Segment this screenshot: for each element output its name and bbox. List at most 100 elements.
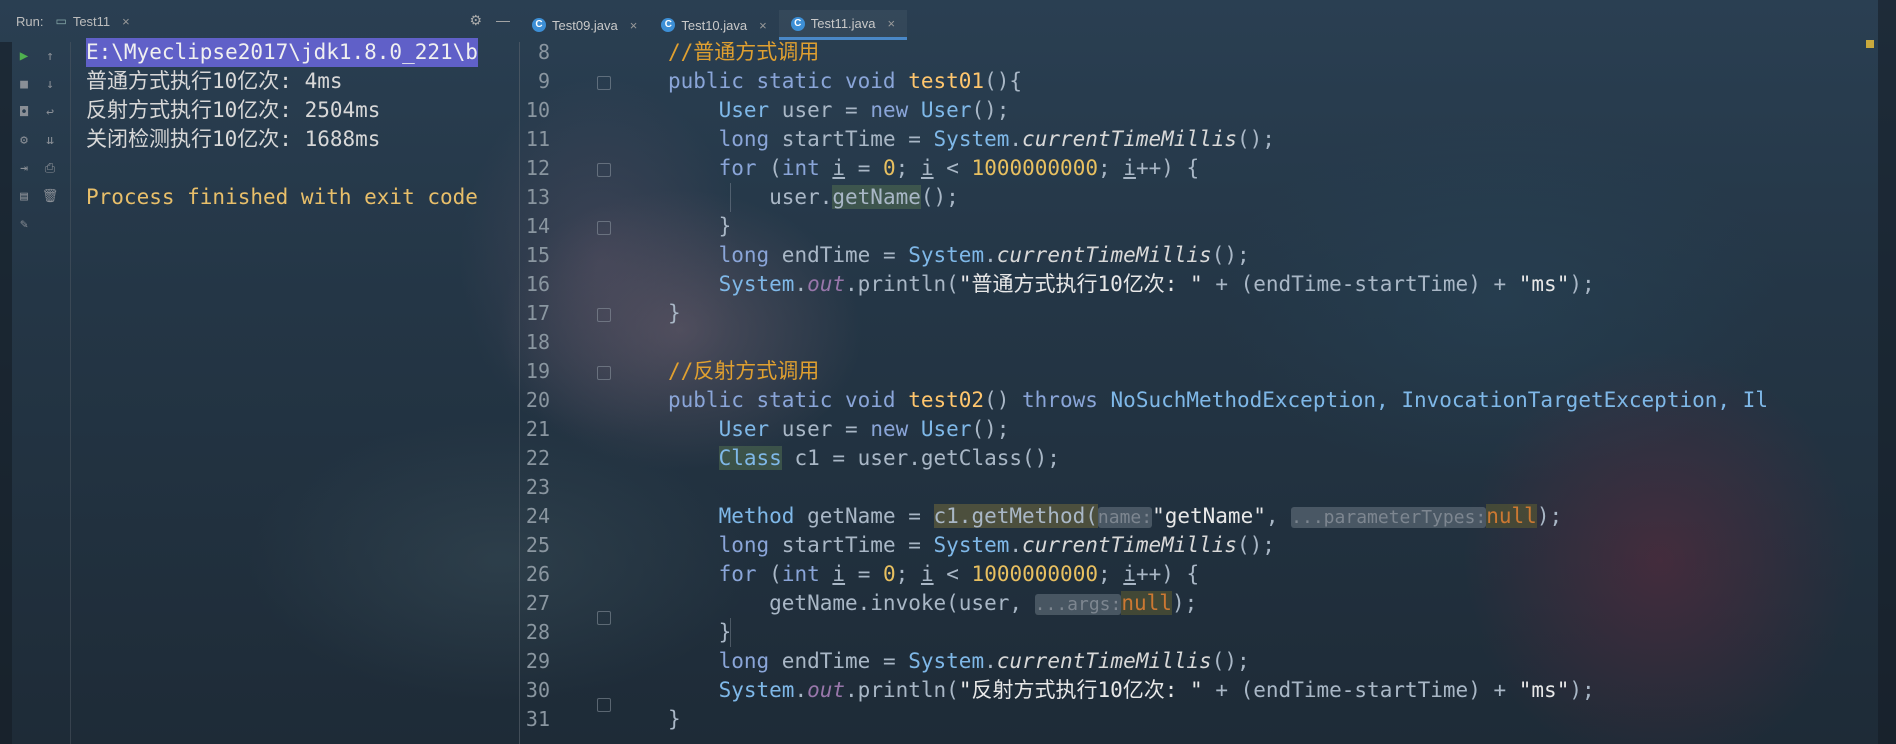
camera-icon[interactable]: ◘ bbox=[16, 104, 32, 120]
code-line: } bbox=[668, 214, 732, 238]
param-hint: name: bbox=[1097, 507, 1153, 528]
minus-icon[interactable]: — bbox=[496, 12, 510, 29]
code-line: public static void test02() throws NoSuc… bbox=[668, 388, 1768, 412]
print-icon[interactable]: ⎙ bbox=[42, 160, 58, 176]
arrow-up-icon[interactable]: ↑ bbox=[42, 48, 58, 64]
layout-icon[interactable]: ▤ bbox=[16, 188, 32, 204]
code-line: User user = new User(); bbox=[718, 98, 1010, 122]
tab-test11[interactable]: C Test11.java × bbox=[778, 10, 908, 40]
line-number: 22 bbox=[525, 446, 550, 470]
line-number: 28 bbox=[525, 620, 550, 644]
code-line: for (int i = 0; i < 1000000000; i++) { bbox=[718, 156, 1200, 180]
code-line: long startTime = System.currentTimeMilli… bbox=[718, 127, 1275, 151]
string-literal: "反射方式执行10亿次: " bbox=[958, 678, 1203, 702]
tab-label: Test09.java bbox=[552, 17, 618, 33]
method-name: test01 bbox=[908, 69, 985, 93]
code-line: //反射方式调用 bbox=[668, 357, 819, 386]
line-number: 11 bbox=[525, 127, 550, 151]
console-line: E:\Myeclipse2017\jdk1.8.0_221\b bbox=[86, 38, 478, 67]
code-line: //普通方式调用 bbox=[668, 38, 819, 67]
fold-marker[interactable] bbox=[597, 698, 611, 712]
top-bar: Run: ▭ Test11 × ⚙ — C Test09.java × C Te… bbox=[0, 0, 1896, 42]
fold-marker[interactable] bbox=[597, 221, 611, 235]
code-line: System.out.println("普通方式执行10亿次: " + (end… bbox=[718, 272, 1595, 296]
dump-threads-icon[interactable]: ⚙ bbox=[16, 132, 32, 148]
line-number: 13 bbox=[525, 185, 550, 209]
tab-label: Test11.java bbox=[810, 16, 876, 31]
trash-icon[interactable]: 🗑 bbox=[42, 188, 59, 204]
line-number: 27 bbox=[525, 591, 550, 615]
line-number: 17 bbox=[525, 301, 550, 325]
warning-marker[interactable] bbox=[1866, 40, 1874, 48]
close-icon[interactable]: × bbox=[630, 18, 638, 33]
line-number: 9 bbox=[537, 69, 550, 93]
param-hint: ...parameterTypes: bbox=[1291, 507, 1487, 528]
side-stripe bbox=[0, 42, 12, 744]
run-toolbar-col-2: ↑ ↓ ↩ ⇊ ⎙ 🗑 bbox=[42, 42, 59, 204]
stop-icon[interactable]: ■ bbox=[16, 76, 32, 92]
line-number: 26 bbox=[525, 562, 550, 586]
right-tool-stripe bbox=[1878, 0, 1896, 744]
code-line: User user = new User(); bbox=[718, 417, 1010, 441]
line-number: 20 bbox=[525, 388, 550, 412]
code-line: System.out.println("反射方式执行10亿次: " + (end… bbox=[718, 678, 1595, 702]
string-literal: "getName" bbox=[1152, 504, 1266, 528]
java-class-icon: C bbox=[532, 18, 546, 32]
string-literal: "ms" bbox=[1518, 678, 1570, 702]
line-number: 8 bbox=[537, 40, 550, 64]
line-number: 18 bbox=[525, 330, 550, 354]
exit-icon[interactable]: ⇥ bbox=[16, 160, 32, 176]
run-toolbar: ▶ ■ ◘ ⚙ ⇥ ▤ ✎ ↑ ↓ ↩ ⇊ ⎙ 🗑 bbox=[12, 42, 71, 744]
close-icon[interactable]: × bbox=[759, 18, 767, 33]
run-tab-test11[interactable]: ▭ Test11 × bbox=[55, 14, 129, 29]
code-line: for (int i = 0; i < 1000000000; i++) { bbox=[718, 562, 1200, 586]
soft-wrap-icon[interactable]: ↩ bbox=[42, 104, 58, 120]
fold-marker[interactable] bbox=[597, 611, 611, 625]
line-number: 10 bbox=[525, 98, 550, 122]
code-line: long startTime = System.currentTimeMilli… bbox=[718, 533, 1275, 557]
line-number: 29 bbox=[525, 649, 550, 673]
string-literal: "普通方式执行10亿次: " bbox=[958, 272, 1203, 296]
console-line: 反射方式执行10亿次: 2504ms bbox=[86, 98, 381, 122]
pin-icon[interactable]: ✎ bbox=[16, 216, 32, 232]
code-line: public static void test01(){ bbox=[668, 69, 1023, 93]
arrow-down-icon[interactable]: ↓ bbox=[42, 76, 58, 92]
line-number: 30 bbox=[525, 678, 550, 702]
console-output[interactable]: E:\Myeclipse2017\jdk1.8.0_221\b 普通方式执行10… bbox=[70, 38, 519, 744]
gear-icon[interactable]: ⚙ bbox=[469, 12, 482, 29]
method-name: test02 bbox=[908, 388, 985, 412]
line-number: 19 bbox=[525, 359, 550, 383]
line-number: 15 bbox=[525, 243, 550, 267]
code-line: long endTime = System.currentTimeMillis(… bbox=[718, 649, 1250, 673]
line-number: 12 bbox=[525, 156, 550, 180]
tab-test09[interactable]: C Test09.java × bbox=[520, 10, 649, 40]
java-class-icon: C bbox=[790, 16, 805, 31]
code-line: Method getName = c1.getMethod(name:"getN… bbox=[718, 504, 1563, 528]
code-line: long endTime = System.currentTimeMillis(… bbox=[718, 243, 1250, 267]
scroll-to-end-icon[interactable]: ⇊ bbox=[42, 132, 58, 148]
close-icon[interactable]: × bbox=[122, 14, 130, 29]
fold-marker[interactable] bbox=[597, 76, 611, 90]
string-literal: "ms" bbox=[1518, 272, 1570, 296]
run-label: Run: bbox=[16, 13, 44, 29]
code-line: } bbox=[668, 301, 681, 325]
run-toolbar-col-1: ▶ ■ ◘ ⚙ ⇥ ▤ ✎ bbox=[16, 42, 32, 232]
tab-test10[interactable]: C Test10.java × bbox=[649, 10, 778, 40]
code-line: user.getName(); bbox=[668, 185, 959, 209]
play-icon[interactable]: ▶ bbox=[16, 48, 32, 64]
fold-marker[interactable] bbox=[597, 163, 611, 177]
loop-count: 1000000000 bbox=[971, 156, 1098, 180]
fold-marker[interactable] bbox=[597, 308, 611, 322]
java-class-icon: C bbox=[661, 18, 676, 32]
run-actions: ⚙ — bbox=[469, 12, 510, 29]
line-number: 23 bbox=[525, 475, 550, 499]
loop-count: 1000000000 bbox=[971, 562, 1098, 586]
line-number: 21 bbox=[525, 417, 550, 441]
console-line: Process finished with exit code bbox=[86, 185, 478, 209]
code-editor[interactable]: 8 9 10 11 12 13 14 15 16 17 18 19 20 21 … bbox=[520, 38, 1886, 744]
exception-list: NoSuchMethodException, InvocationTargetE… bbox=[1110, 388, 1768, 412]
close-icon[interactable]: × bbox=[888, 16, 896, 31]
comment: //反射方式调用 bbox=[668, 359, 820, 383]
console-icon: ▭ bbox=[55, 14, 67, 28]
fold-marker[interactable] bbox=[597, 366, 611, 380]
